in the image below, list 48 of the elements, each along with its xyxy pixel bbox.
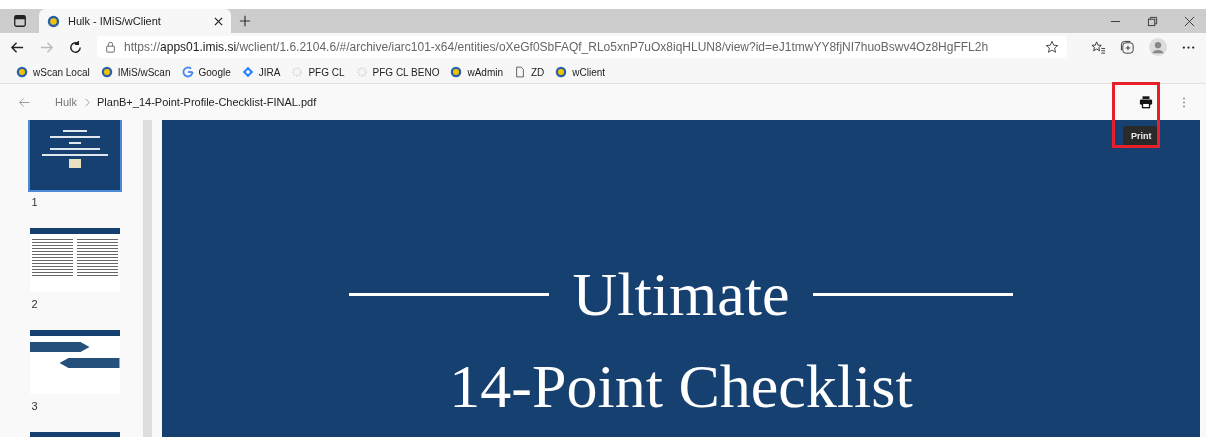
add-favorite-icon[interactable]	[1045, 40, 1059, 54]
address-field[interactable]: https://apps01.imis.si/wclient/1.6.2104.6/#/archive/iarc101-x64/entities/oXeGf0SbFAQf_RLo5xnP7uOx8iqHLUN8/view?id=eJ1tmwYY8fjNI7huoBswv4Oz8HgFFL2h	[97, 36, 1067, 58]
chevron-right-icon	[84, 97, 90, 107]
bookmark-link[interactable]: JIRA	[241, 66, 281, 78]
tab-actions-icon[interactable]	[13, 14, 27, 28]
arrow-banner-drawing	[29, 342, 90, 352]
bookmark-link[interactable]: wClient	[555, 66, 606, 78]
document-icon	[514, 66, 526, 78]
page-thumbnail[interactable]	[29, 228, 120, 292]
tooltip: Print	[1123, 126, 1160, 146]
globe-logo-icon	[47, 14, 60, 28]
globe-logo-icon	[450, 66, 463, 78]
lock-icon	[105, 41, 116, 53]
globe-logo-icon	[16, 66, 28, 78]
avatar-icon[interactable]	[1149, 38, 1167, 56]
cover-text-drawing	[41, 130, 108, 156]
favorites-icon[interactable]	[1091, 39, 1106, 55]
bookmark-link[interactable]: PFG CL	[291, 66, 345, 78]
bookmark-link[interactable]: ZD	[514, 66, 545, 78]
page-subtitle: 14-Point Checklist	[449, 352, 913, 420]
arrow-banner-drawing	[59, 358, 120, 368]
logo-icon	[68, 159, 81, 168]
collections-icon[interactable]	[1120, 39, 1135, 55]
page-number: 3	[31, 400, 38, 412]
print-icon[interactable]	[1139, 95, 1153, 109]
bookmark-link[interactable]: IMiS/wScan	[100, 66, 171, 78]
diamond-logo-icon	[241, 66, 254, 78]
bookmark-link[interactable]: wAdmin	[450, 66, 503, 78]
g-logo-icon	[181, 66, 194, 78]
page-number: 2	[31, 298, 38, 310]
globe-logo-icon	[100, 66, 113, 78]
bookmark-link[interactable]: wScan Local	[16, 66, 90, 78]
new-tab-icon[interactable]	[239, 15, 251, 27]
breadcrumb-item[interactable]: Hulk	[55, 96, 77, 108]
close-icon[interactable]	[1184, 15, 1195, 27]
breadcrumb-item: PlanB+_14-Point-Profile-Checklist-FINAL.pdf	[97, 96, 317, 108]
page-number: 1	[31, 196, 38, 208]
page-thumbnail[interactable]	[29, 120, 120, 190]
bookmark-link[interactable]: Google	[181, 66, 231, 78]
page-title: Ultimate	[572, 260, 790, 328]
scrollbar[interactable]	[143, 120, 152, 437]
bookmark-link[interactable]: PFG CL BENO	[355, 66, 440, 78]
browser-tab[interactable]: Hulk - IMiS/wClient	[39, 9, 231, 33]
restore-icon[interactable]	[1147, 15, 1158, 27]
globe-logo-icon	[555, 66, 568, 78]
page-thumbnail[interactable]	[29, 330, 120, 394]
reload-icon[interactable]	[68, 39, 83, 55]
close-icon[interactable]	[214, 16, 223, 26]
